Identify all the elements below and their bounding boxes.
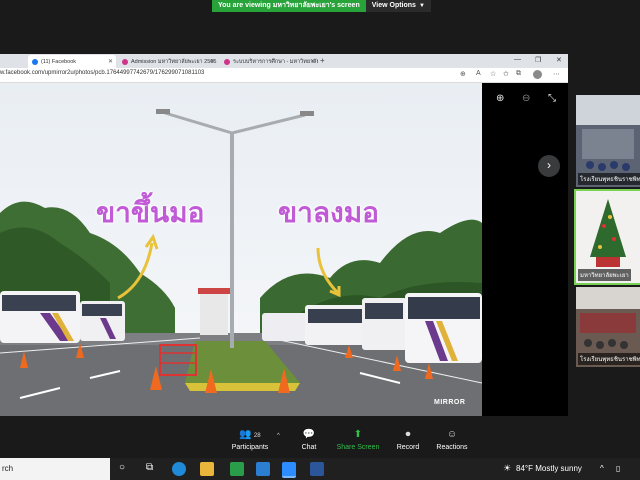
url-text: w.facebook.com/upmirror2u/photos/pcb.176… — [0, 70, 205, 76]
mail-icon[interactable] — [256, 462, 270, 476]
close-icon[interactable]: ✕ — [310, 58, 315, 65]
photo-viewer-controls: ⊕ ⊖ ⤡ — [482, 83, 568, 416]
read-aloud-icon[interactable]: A — [476, 70, 481, 77]
maximize-button[interactable]: ❐ — [535, 56, 541, 64]
reactions-label: Reactions — [436, 444, 468, 451]
store-icon[interactable] — [230, 462, 244, 476]
participants-count: 28 — [253, 433, 261, 439]
shared-browser-window: (11) Facebook ✕ Admission มหาวิทยาลัยพะเ… — [0, 54, 568, 416]
weather-text[interactable]: 84°F Mostly sunny — [516, 464, 582, 473]
participant-video-active-speaker[interactable]: มหาวิทยาลัยพะเยา — [574, 189, 640, 285]
tab-label: (11) Facebook — [41, 58, 77, 65]
tab-label: Admission มหาวิทยาลัยพะเยา 2565 — [131, 58, 217, 65]
collections-icon[interactable]: ⧉ — [516, 70, 521, 78]
tab-admission[interactable]: Admission มหาวิทยาลัยพะเยา 2565 ✕ — [118, 55, 218, 68]
more-options-icon[interactable]: ⋯ — [553, 70, 560, 78]
windows-taskbar: rch ○ ⧉ ☀ 84°F Mostly sunny ^ ▯ — [0, 458, 640, 480]
participant-name: โรงเรียนพุทธชินราชพิทยา — [578, 353, 640, 365]
photo: ขาขึ้นมอ ขาลงมอ MIRROR — [0, 83, 482, 416]
favorites-bar-icon[interactable]: ✩ — [503, 70, 509, 78]
participants-label: Participants — [231, 444, 269, 451]
participant-name: โรงเรียนพุทธชินราชพิทยา — [578, 173, 640, 185]
close-icon[interactable]: ✕ — [210, 58, 215, 65]
window-close-button[interactable]: ✕ — [556, 56, 562, 64]
participants-button[interactable]: 👥 28 Participants — [220, 428, 280, 451]
view-options-label: View Options — [371, 2, 416, 9]
edge-icon[interactable] — [172, 462, 186, 476]
participants-icon: 👥 28 — [239, 429, 261, 440]
mirror-watermark: MIRROR — [434, 399, 466, 406]
zoom-toolbar: 👥 28 Participants ^ 💬 Chat ⬆ Share Screen… — [0, 424, 640, 458]
zoom-in-icon[interactable]: ⊕ — [496, 93, 504, 104]
zoom-out-icon[interactable]: ⊖ — [522, 93, 530, 104]
facebook-photo-viewer: ขาขึ้นมอ ขาลงมอ MIRROR ⊕ ⊖ ⤡ — [0, 83, 568, 416]
new-tab-button[interactable]: + — [320, 56, 325, 65]
chevron-down-icon: ▼ — [418, 3, 425, 9]
tab-education-system[interactable]: ระบบบริหารการศึกษา - มหาวิทยาลัย ✕ — [220, 55, 318, 68]
taskbar-search-box[interactable]: rch — [0, 458, 110, 480]
tray-chevron-icon[interactable]: ^ — [600, 464, 604, 473]
favorite-icon[interactable]: ☆ — [490, 70, 496, 78]
site-icon — [122, 58, 128, 65]
caption-uphill: ขาขึ้นมอ — [96, 196, 205, 229]
word-icon[interactable] — [310, 462, 324, 476]
fullscreen-icon[interactable]: ⤡ — [548, 93, 556, 104]
facebook-icon — [32, 58, 38, 65]
participant-video[interactable]: โรงเรียนพุทธชินราชพิทยา — [576, 95, 640, 187]
zoom-share-banner: You are viewing มหาวิทยาลัยพะเยา's scree… — [212, 0, 431, 12]
zoom-icon[interactable]: ⊕ — [460, 70, 466, 78]
address-bar[interactable]: w.facebook.com/upmirror2u/photos/pcb.176… — [0, 68, 568, 83]
weather-icon: ☀ — [503, 463, 512, 473]
viewing-screen-message: You are viewing มหาวิทยาลัยพะเยา's scree… — [212, 0, 366, 12]
view-options-button[interactable]: View Options ▼ — [365, 0, 431, 12]
tab-label: ระบบบริหารการศึกษา - มหาวิทยาลัย — [233, 58, 318, 65]
task-view-icon[interactable]: ⧉ — [146, 462, 153, 473]
cortana-icon[interactable]: ○ — [119, 462, 125, 473]
reactions-button[interactable]: ☺ Reactions — [422, 428, 482, 451]
file-explorer-icon[interactable] — [200, 462, 214, 476]
bus-road-photo — [0, 83, 482, 416]
participant-video[interactable]: โรงเรียนพุทธชินราชพิทยา — [576, 287, 640, 367]
minimize-button[interactable]: — — [514, 56, 521, 63]
site-icon — [224, 58, 230, 65]
reactions-icon: ☺ — [446, 429, 458, 440]
search-text: rch — [2, 464, 14, 473]
close-icon[interactable]: ✕ — [108, 58, 113, 65]
browser-tab-bar: (11) Facebook ✕ Admission มหาวิทยาลัยพะเ… — [0, 54, 568, 68]
caption-downhill: ขาลงมอ — [278, 196, 379, 229]
next-photo-button[interactable]: › — [538, 155, 560, 177]
zoom-app-icon[interactable] — [282, 462, 296, 478]
tab-facebook[interactable]: (11) Facebook ✕ — [28, 55, 116, 68]
participant-name: มหาวิทยาลัยพะเยา — [578, 269, 631, 281]
network-icon[interactable]: ▯ — [616, 464, 620, 473]
profile-avatar[interactable] — [533, 70, 542, 79]
